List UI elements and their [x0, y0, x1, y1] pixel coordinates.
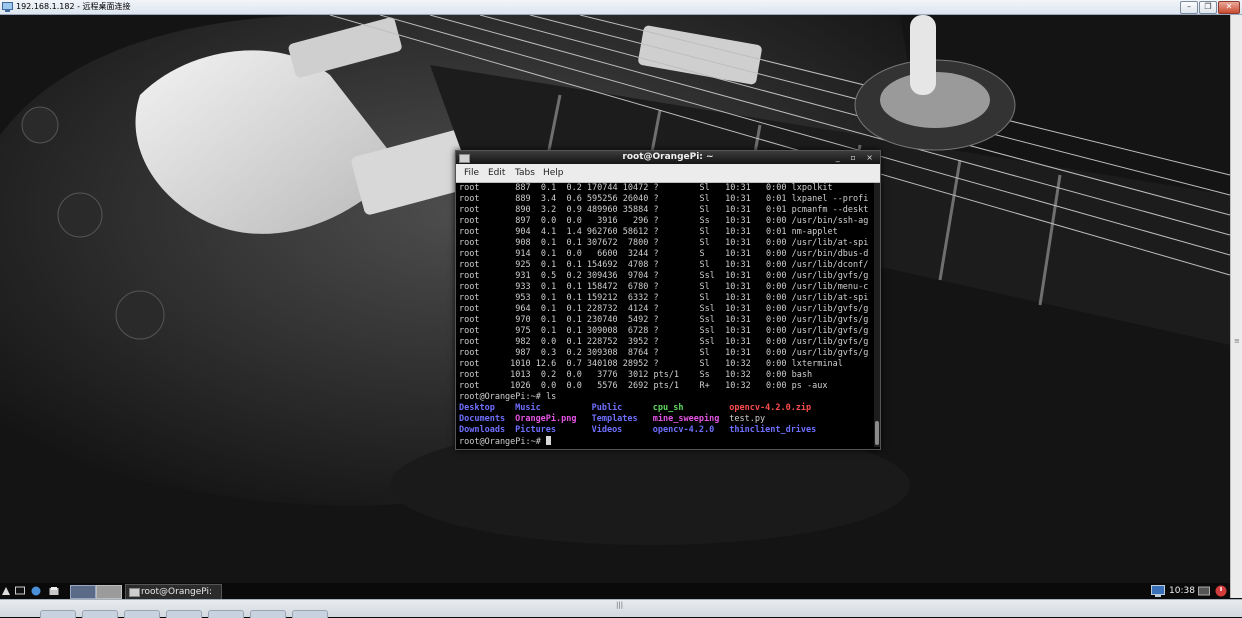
scrollbar-thumb[interactable]	[875, 421, 879, 445]
ls-entry: opencv-4.2.0.zip	[729, 403, 812, 413]
taskbar-terminal-button[interactable]: root@OrangePi: ~	[125, 584, 222, 611]
ls-entry: thinclient_drives	[729, 425, 817, 435]
restore-button[interactable]: ❐	[1199, 1, 1217, 14]
close-button[interactable]: ✕	[1218, 1, 1240, 14]
ls-entry: Videos	[591, 425, 623, 435]
ls-entry: OrangePi.png	[515, 414, 577, 424]
terminal-prompt-line: root@OrangePi:~#	[459, 436, 873, 446]
terminal-window[interactable]: root@OrangePi: ~ _ ▫ × File Edit Tabs He…	[455, 150, 881, 450]
menu-edit[interactable]: Edit	[488, 164, 505, 182]
browser-icon[interactable]	[31, 586, 41, 596]
ls-entry: test.py	[729, 414, 766, 424]
ls-entry: mine_sweeping	[652, 414, 720, 424]
scroll-grip-icon: |||	[616, 601, 624, 609]
desktop-2-icon[interactable]	[96, 585, 122, 599]
host-taskbar-item	[82, 610, 118, 618]
ls-entry: Templates	[591, 414, 638, 424]
terminal-window-controls[interactable]: _ ▫ ×	[836, 151, 877, 164]
file-manager-icon[interactable]	[49, 586, 59, 596]
terminal-line: root 931 0.5 0.2 309436 9704 ? Ssl 10:31…	[459, 271, 869, 281]
host-taskbar-item	[250, 610, 286, 618]
volume-icon[interactable]	[1198, 585, 1210, 597]
menu-help[interactable]: Help	[543, 164, 564, 182]
terminal-line: root 964 0.1 0.1 228732 4124 ? Ssl 10:31…	[459, 304, 869, 314]
network-icon[interactable]	[1151, 585, 1165, 597]
host-taskbar-item	[124, 610, 160, 618]
terminal-line: root 953 0.1 0.1 159212 6332 ? Sl 10:31 …	[459, 293, 869, 303]
terminal-command-line: root@OrangePi:~# ls	[459, 392, 557, 402]
rdp-vertical-scrollbar[interactable]: ≡	[1230, 15, 1242, 598]
minimize-button[interactable]: –	[1180, 1, 1198, 14]
rdp-horizontal-scrollbar[interactable]: |||	[0, 599, 1242, 618]
shutdown-icon[interactable]	[1215, 585, 1227, 597]
host-taskbar-item	[292, 610, 328, 618]
terminal-line: root 987 0.3 0.2 309308 8764 ? Sl 10:31 …	[459, 348, 869, 358]
desktop-1-icon[interactable]	[70, 585, 96, 599]
terminal-title: root@OrangePi: ~	[622, 152, 714, 162]
terminal-line: root 1013 0.2 0.0 3776 3012 pts/1 Ss 10:…	[459, 370, 813, 380]
terminal-output[interactable]: root 887 0.1 0.2 170744 10472 ? Sl 10:31…	[459, 183, 873, 446]
terminal-line: root 1026 0.0 0.0 5576 2692 pts/1 R+ 10:…	[459, 381, 828, 391]
lxde-panel: root@OrangePi: ~ 10:38	[0, 583, 1230, 611]
ls-entry: Public	[591, 403, 623, 413]
terminal-line: root 889 3.4 0.6 595256 26040 ? Sl 10:31…	[459, 194, 869, 204]
ls-entry: Pictures	[515, 425, 557, 435]
panel-clock[interactable]: 10:38	[1169, 583, 1195, 599]
host-taskbar-item	[40, 610, 76, 618]
terminal-line: root 1010 12.6 0.7 340108 28952 ? Sl 10:…	[459, 359, 843, 369]
terminal-line: root 933 0.1 0.1 158472 6780 ? Sl 10:31 …	[459, 282, 869, 292]
terminal-titlebar[interactable]: root@OrangePi: ~ _ ▫ ×	[456, 151, 880, 164]
terminal-line: root 904 4.1 1.4 962760 58612 ? Sl 10:31…	[459, 227, 838, 237]
terminal-prompt: root@OrangePi:~#	[459, 437, 546, 446]
terminal-icon	[129, 588, 140, 597]
ls-output-row: Desktop Music Public cpu_sh opencv-4.2.0.zip	[459, 403, 873, 414]
ls-entry: Music	[515, 403, 541, 413]
ls-entry: opencv-4.2.0	[652, 425, 715, 435]
terminal-line: root 970 0.1 0.1 230740 5492 ? Ssl 10:31…	[459, 315, 869, 325]
terminal-line: root 890 3.2 0.9 489960 35884 ? Sl 10:31…	[459, 205, 869, 215]
menu-icon[interactable]	[1, 586, 11, 596]
rdp-titlebar: 192.168.1.182 - 远程桌面连接 – ❐ ✕	[0, 0, 1242, 15]
ls-entry: Desktop	[459, 403, 495, 413]
menu-tabs[interactable]: Tabs	[515, 164, 535, 182]
terminal-line: root 982 0.0 0.1 228752 3952 ? Ssl 10:31…	[459, 337, 869, 347]
terminal-line: root 975 0.1 0.1 309008 6728 ? Ssl 10:31…	[459, 326, 869, 336]
terminal-line: root 897 0.0 0.0 3916 296 ? Ss 10:31 0:0…	[459, 216, 869, 226]
scroll-grip-icon: ≡	[1234, 337, 1240, 345]
rdp-window-title: 192.168.1.182 - 远程桌面连接	[16, 2, 131, 11]
terminal-scrollbar[interactable]	[874, 183, 880, 447]
terminal-line: root 908 0.1 0.1 307672 7800 ? Sl 10:31 …	[459, 238, 869, 248]
host-taskbar-item	[208, 610, 244, 618]
ls-entry: Downloads	[459, 425, 506, 435]
remote-desktop-icon	[2, 2, 13, 12]
ls-entry: cpu_sh	[652, 403, 684, 413]
terminal-line: root 925 0.1 0.1 154692 4708 ? Sl 10:31 …	[459, 260, 869, 270]
ls-output-row: Downloads Pictures Videos opencv-4.2.0 thinc…	[459, 425, 873, 436]
terminal-line: root 887 0.1 0.2 170744 10472 ? Sl 10:31…	[459, 183, 833, 193]
terminal-menubar: File Edit Tabs Help	[456, 164, 880, 183]
terminal-line: root 914 0.1 0.0 6600 3244 ? S 10:31 0:0…	[459, 249, 869, 259]
host-taskbar-item	[166, 610, 202, 618]
menu-file[interactable]: File	[464, 164, 479, 182]
text-cursor	[546, 436, 551, 445]
ls-entry: Documents	[459, 414, 506, 424]
ls-output-row: Documents OrangePi.png Templates mine_sweep…	[459, 414, 873, 425]
terminal-icon[interactable]	[15, 586, 25, 596]
